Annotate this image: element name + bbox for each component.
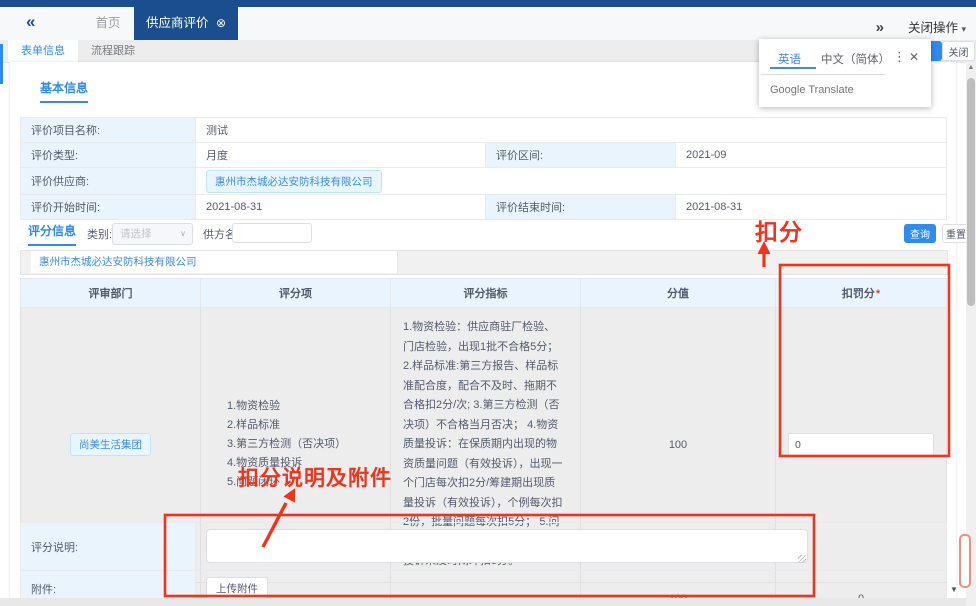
indicator-text: 4.物资质量投诉：在保质期内出现的物资质量问题（有效投诉），出现一个门店每次扣2… <box>403 419 563 529</box>
scrollbar-up-icon[interactable]: ▲ <box>966 64 976 71</box>
tab-supplier-evaluation[interactable]: 供应商评价 ⊗ <box>134 7 238 40</box>
basic-info-form: 评价项目名称: 测试 评价类型: 月度 评价区间: 2021-09 评价供应商:… <box>20 117 947 220</box>
score-table-header-row: 评审部门 评分项 评分指标 分值 扣罚分* <box>21 279 947 308</box>
eval-start-label: 评价开始时间: <box>21 195 196 220</box>
bottom-form: 评分说明: 附件: 上传附件 <box>20 522 947 606</box>
subtab-process-tracking[interactable]: 流程跟踪 <box>78 40 148 62</box>
top-strip <box>0 0 976 7</box>
google-translate-brand: Google Translate <box>770 84 854 96</box>
department-tag-button[interactable]: 尚美生活集团 <box>70 433 151 456</box>
category-label: 类别: <box>87 226 112 242</box>
bottom-strip <box>0 598 976 606</box>
header-deduction: 扣罚分* <box>776 279 947 308</box>
google-translate-popup: 英语 中文（简体） ⋮ ✕ Google Translate <box>759 39 931 107</box>
tab-home[interactable]: 首页 <box>82 7 134 40</box>
subtab-form-info[interactable]: 表单信息 <box>8 40 78 62</box>
supplier-tab-strip: 惠州市杰城必达安防科技有限公司 <box>20 250 948 275</box>
scrollbar-thumb[interactable] <box>967 78 975 306</box>
supplier-tab[interactable]: 惠州市杰城必达安防科技有限公司 <box>31 251 398 273</box>
header-score-indicator: 评分指标 <box>391 279 581 308</box>
scoring-filter-row: 评分信息 类别: 请选择 ∨ 供方名称: 查询 重置 <box>10 220 956 248</box>
eval-end-label: 评价结束时间: <box>486 195 676 220</box>
close-operations-label: 关闭操作 <box>908 21 958 35</box>
eval-type-label: 评价类型: <box>21 143 196 168</box>
header-score-value: 分值 <box>581 279 776 308</box>
eval-range-value: 2021-09 <box>676 143 947 168</box>
expand-tabs-icon[interactable]: » <box>876 19 884 36</box>
eval-end-value: 2021-08-31 <box>676 195 947 220</box>
popup-close-icon[interactable]: ✕ <box>909 50 919 64</box>
indicator-text: 1.物资检验：供应商驻厂检验、门店检验，出现1批不合格5分； <box>403 321 558 353</box>
scoring-info-title: 评分信息 <box>28 222 76 246</box>
close-operations-dropdown[interactable]: 关闭操作 ▾ <box>908 17 966 36</box>
active-tab-underline <box>770 67 816 69</box>
chevron-down-icon: ▾ <box>961 24 966 34</box>
kebab-menu-icon[interactable]: ⋮ <box>893 49 906 65</box>
header-deduction-label: 扣罚分 <box>842 288 875 300</box>
category-select[interactable]: 请选择 ∨ <box>112 223 193 245</box>
tab-bar: « 首页 供应商评价 ⊗ » 关闭操作 ▾ <box>0 7 976 40</box>
collapse-tabs-icon[interactable]: « <box>26 12 35 32</box>
score-item: 4.物资质量投诉 <box>227 454 389 473</box>
tab-close-icon[interactable]: ⊗ <box>216 16 226 30</box>
scrollbar-down-icon[interactable]: ▼ <box>948 585 960 594</box>
translate-tab-chinese[interactable]: 中文（简体） <box>821 51 890 67</box>
remark-label: 评分说明: <box>21 523 196 571</box>
score-item: 5.问题闭环 <box>227 473 389 492</box>
tab-divider <box>761 74 885 75</box>
app-window: « 首页 供应商评价 ⊗ » 关闭操作 ▾ 表单信息 流程跟踪 基本信息 评价项… <box>0 0 976 606</box>
category-placeholder: 请选择 <box>120 228 152 240</box>
content-panel: 基本信息 评价项目名称: 测试 评价类型: 月度 评价区间: 2021-09 评… <box>10 62 956 598</box>
upload-attachment-button[interactable]: 上传附件 <box>206 577 268 600</box>
close-button[interactable]: 关闭 <box>942 41 975 61</box>
left-accent-bar <box>0 44 3 84</box>
required-asterisk: * <box>876 288 880 300</box>
header-department: 评审部门 <box>21 279 201 308</box>
score-item: 2.样品标准 <box>227 416 389 435</box>
header-score-item: 评分项 <box>201 279 391 308</box>
score-item: 3.第三方检测（否决项） <box>227 435 389 454</box>
query-button[interactable]: 查询 <box>904 224 936 243</box>
project-name-value: 测试 <box>196 118 947 143</box>
tab-label: 供应商评价 <box>146 16 209 30</box>
inner-scrollbar-thumb[interactable] <box>959 534 971 588</box>
remark-textarea[interactable] <box>206 529 808 563</box>
basic-info-title: 基本信息 <box>40 79 88 103</box>
vendor-name-input[interactable] <box>232 223 312 243</box>
supplier-tag-button[interactable]: 惠州市杰城必达安防科技有限公司 <box>206 170 382 193</box>
eval-type-value: 月度 <box>196 143 486 168</box>
eval-range-label: 评价区间: <box>486 143 676 168</box>
select-chevron-icon: ∨ <box>180 224 186 244</box>
score-item: 1.物资检验 <box>227 397 389 416</box>
eval-supplier-label: 评价供应商: <box>21 168 196 195</box>
project-name-label: 评价项目名称: <box>21 118 196 143</box>
eval-start-value: 2021-08-31 <box>196 195 486 220</box>
deduction-input[interactable] <box>788 433 934 457</box>
translate-tab-english[interactable]: 英语 <box>778 51 801 67</box>
